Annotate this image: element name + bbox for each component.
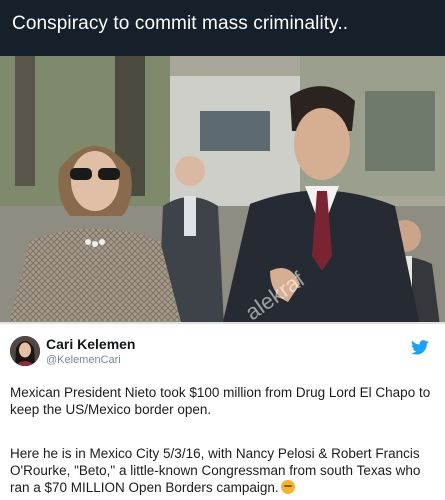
photo-illustration: alekraf xyxy=(0,56,445,326)
embedded-tweet-card[interactable]: Cari Kelemen @KelemenCari Mexican Presid… xyxy=(0,322,445,500)
news-photo[interactable]: alekraf xyxy=(0,56,445,326)
thinking-face-icon xyxy=(280,480,295,494)
author-name[interactable]: Cari Kelemen xyxy=(46,336,135,352)
caption-bar: Conspiracy to commit mass criminality.. xyxy=(0,0,445,56)
author-handle[interactable]: @KelemenCari xyxy=(46,354,121,366)
tweet-paragraph-2-text: Here he is in Mexico City 5/3/16, with N… xyxy=(10,446,421,495)
tweet-text-paragraph-1: Mexican President Nieto took $100 millio… xyxy=(10,385,431,417)
twitter-bird-icon[interactable] xyxy=(411,340,429,355)
author-avatar[interactable] xyxy=(10,336,40,366)
post-caption: Conspiracy to commit mass criminality.. xyxy=(12,13,349,34)
avatar-photo xyxy=(10,336,40,366)
tweet-text-paragraph-2: Here he is in Mexico City 5/3/16, with N… xyxy=(10,445,435,496)
